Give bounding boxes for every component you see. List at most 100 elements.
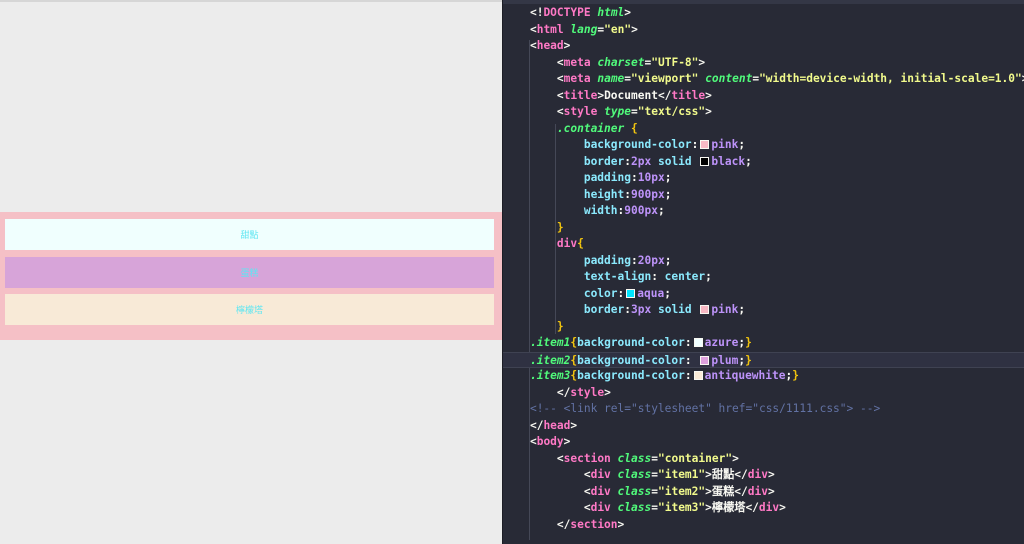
code-token: = (651, 451, 658, 465)
code-line[interactable]: <div class="item3">檸檬塔</div> (503, 500, 1024, 517)
code-token: padding (583, 171, 631, 184)
code-line[interactable]: .item2{background-color: plum;} (503, 351, 1024, 368)
code-token: plum (711, 353, 739, 367)
code-token: pink (711, 138, 739, 151)
code-token: "item1" (657, 468, 706, 481)
code-token: 2px (631, 154, 652, 168)
code-lines[interactable]: <!DOCTYPE html> <html lang="en"> <head> … (503, 5, 1024, 533)
color-swatch-icon[interactable] (700, 305, 710, 314)
code-token: } (556, 319, 564, 333)
code-line[interactable]: border:3px solid pink; (503, 302, 1024, 319)
code-token: : (691, 138, 699, 151)
code-token: >蛋糕</ (705, 484, 748, 498)
code-token: solid (657, 303, 692, 316)
code-line[interactable]: } (503, 319, 1024, 336)
code-token: } (792, 369, 799, 382)
code-line[interactable]: .item3{background-color: antiquewhite;} (503, 368, 1024, 385)
code-line[interactable]: </style> (503, 385, 1024, 402)
code-token: center (664, 270, 706, 283)
code-token: : (617, 286, 625, 300)
code-token: text-align (583, 270, 652, 283)
code-token: meta (563, 55, 591, 69)
code-line[interactable]: <meta charset="UTF-8"> (503, 55, 1024, 72)
browser-preview-pane: 甜點 蛋糕 檸檬塔 (0, 0, 502, 544)
code-token: > (732, 451, 739, 465)
code-token: solid (657, 154, 692, 168)
code-token: "viewport" (631, 72, 699, 85)
code-line[interactable]: .container { (503, 121, 1024, 138)
code-token: ; (738, 303, 746, 316)
code-line[interactable]: <div class="item2">蛋糕</div> (503, 484, 1024, 501)
code-token: < (583, 484, 591, 498)
code-token: 900px (631, 187, 665, 201)
code-line[interactable]: <meta name="viewport" content="width=dev… (503, 71, 1024, 88)
code-token: border (583, 303, 625, 316)
code-token: : (684, 336, 692, 349)
container-section: 甜點 蛋糕 檸檬塔 (0, 212, 502, 340)
code-token: div (590, 484, 611, 498)
code-line[interactable]: color: aqua; (503, 286, 1024, 303)
code-line[interactable]: </section> (503, 517, 1024, 534)
code-line[interactable]: background-color: pink; (503, 137, 1024, 154)
code-line[interactable]: </head> (503, 418, 1024, 435)
code-line[interactable]: <head> (503, 38, 1024, 55)
code-line[interactable]: <section class="container"> (503, 451, 1024, 468)
color-swatch-icon[interactable] (626, 288, 636, 298)
code-line[interactable]: .item1{background-color: azure;} (503, 335, 1024, 352)
code-token: < (583, 501, 591, 514)
code-line[interactable]: <!-- <link rel="stylesheet" href="css/11… (503, 401, 1024, 418)
code-line[interactable]: <body> (503, 434, 1024, 451)
code-token: style (563, 105, 598, 118)
code-line[interactable]: text-align: center; (503, 269, 1024, 286)
code-token: ; (664, 253, 672, 267)
code-line[interactable]: <style type="text/css"> (503, 104, 1024, 121)
color-swatch-icon[interactable] (700, 355, 710, 365)
code-token: } (745, 336, 752, 349)
code-token: : (684, 353, 699, 367)
code-line[interactable]: padding:10px; (503, 170, 1024, 187)
code-line[interactable]: padding:20px; (503, 253, 1024, 270)
code-token: } (745, 353, 752, 367)
color-swatch-icon[interactable] (693, 371, 703, 380)
code-line[interactable]: <html lang="en"> (503, 22, 1024, 39)
code-token: "en" (604, 22, 632, 36)
code-token: ; (664, 286, 671, 300)
code-line[interactable]: <div class="item1">甜點</div> (503, 467, 1024, 484)
code-line[interactable]: border:2px solid black; (503, 154, 1024, 171)
code-line[interactable]: <title>Document</title> (503, 88, 1024, 105)
code-token: antiquewhite (704, 369, 786, 382)
code-line[interactable]: div{ (503, 236, 1024, 253)
code-editor[interactable]: <!DOCTYPE html> <html lang="en"> <head> … (502, 0, 1024, 544)
code-token: section (570, 517, 618, 531)
code-token: < (556, 451, 564, 465)
color-swatch-icon[interactable] (700, 156, 710, 166)
code-token: class (617, 468, 652, 481)
code-token: pink (711, 303, 739, 316)
code-line[interactable]: <!DOCTYPE html> (503, 5, 1024, 22)
code-line[interactable]: height:900px; (503, 187, 1024, 204)
color-swatch-icon[interactable] (693, 338, 703, 347)
code-token: "text/css" (637, 105, 706, 118)
code-token: < (556, 88, 564, 102)
code-token: = (651, 468, 658, 481)
code-token: div (556, 237, 578, 250)
color-swatch-icon[interactable] (700, 140, 710, 149)
code-line[interactable]: width:900px; (503, 203, 1024, 220)
code-line[interactable]: } (503, 220, 1024, 237)
code-token: > (617, 517, 625, 531)
code-token: : (624, 154, 631, 168)
code-token: title (563, 88, 598, 102)
code-token: .container (556, 121, 625, 135)
code-token: > (705, 88, 712, 102)
